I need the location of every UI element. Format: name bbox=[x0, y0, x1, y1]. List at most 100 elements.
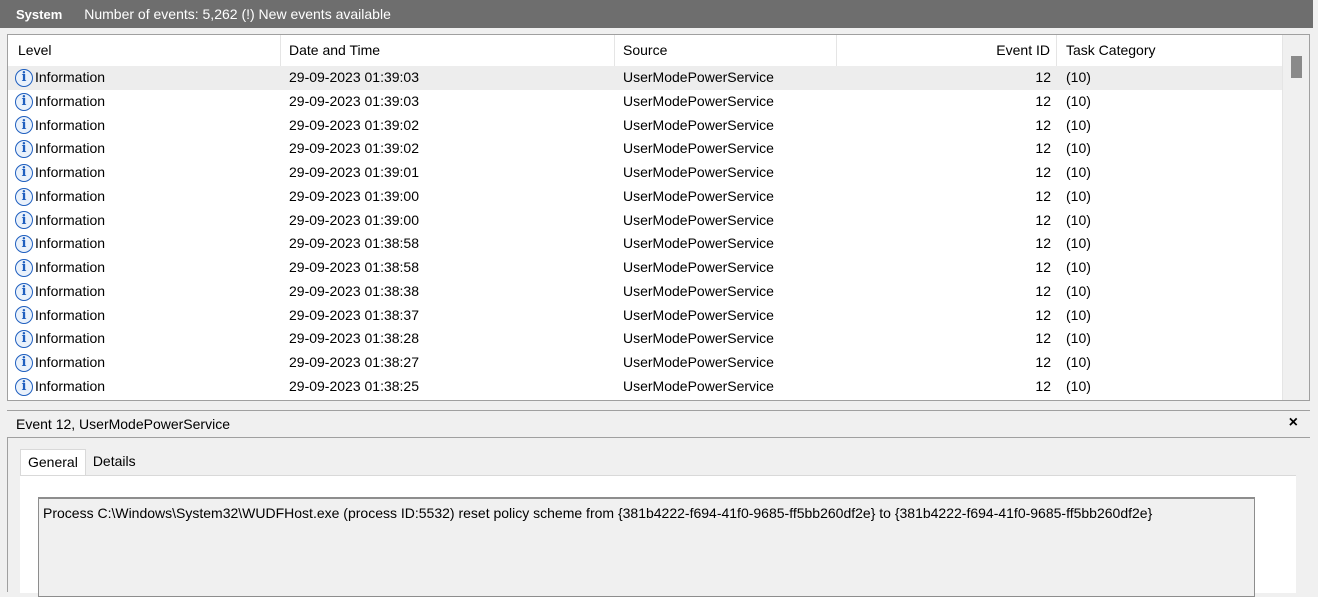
source-cell: UserModePowerService bbox=[623, 232, 774, 256]
info-icon: i bbox=[15, 235, 33, 254]
info-icon: i bbox=[15, 377, 33, 396]
source-cell: UserModePowerService bbox=[623, 327, 774, 351]
source-cell-text: UserModePowerService bbox=[623, 211, 774, 228]
level-cell: i Information bbox=[15, 209, 105, 233]
column-header-event-id[interactable]: Event ID bbox=[837, 35, 1057, 66]
event-list-header: Level Date and Time Source Event ID Task… bbox=[8, 35, 1284, 66]
level-cell: i Information bbox=[15, 137, 105, 161]
table-row[interactable]: i Information 29-09-2023 01:38:25 UserModeP… bbox=[8, 375, 1284, 399]
event-list[interactable]: Level Date and Time Source Event ID Task… bbox=[7, 34, 1310, 401]
datetime-cell: 29-09-2023 01:39:03 bbox=[289, 90, 419, 114]
datetime-cell: 29-09-2023 01:38:38 bbox=[289, 280, 419, 304]
event-id-cell: 12 bbox=[868, 327, 1051, 351]
datetime-cell-text: 29-09-2023 01:39:03 bbox=[289, 92, 419, 109]
table-row[interactable]: i Information 29-09-2023 01:38:37 UserModeP… bbox=[8, 304, 1284, 328]
event-id-cell: 12 bbox=[868, 304, 1051, 328]
task-category-cell-text: (10) bbox=[1066, 92, 1091, 109]
datetime-cell: 29-09-2023 01:39:02 bbox=[289, 137, 419, 161]
table-row[interactable]: i Information 29-09-2023 01:39:00 UserModeP… bbox=[8, 185, 1284, 209]
level-cell: i Information bbox=[15, 232, 105, 256]
event-detail-title: Event 12, UserModePowerService bbox=[16, 416, 230, 432]
source-cell: UserModePowerService bbox=[623, 114, 774, 138]
table-row[interactable]: i Information 29-09-2023 01:39:03 UserModeP… bbox=[8, 90, 1284, 114]
table-row[interactable]: i Information 29-09-2023 01:39:01 UserModeP… bbox=[8, 161, 1284, 185]
close-icon[interactable]: × bbox=[1289, 414, 1298, 432]
detail-pane-border bbox=[7, 438, 8, 592]
level-cell-text: Information bbox=[35, 211, 106, 228]
event-id-cell-text: 12 bbox=[1035, 164, 1051, 180]
event-id-cell-text: 12 bbox=[1035, 187, 1051, 204]
datetime-cell: 29-09-2023 01:39:00 bbox=[289, 209, 419, 233]
task-category-cell: (10) bbox=[1066, 304, 1091, 328]
column-header-source[interactable]: Source bbox=[615, 35, 837, 66]
task-category-cell: (10) bbox=[1066, 280, 1091, 304]
datetime-cell-text: 29-09-2023 01:38:58 bbox=[289, 259, 419, 275]
info-icon: i bbox=[15, 92, 33, 111]
table-row[interactable]: i Information 29-09-2023 01:39:02 UserModeP… bbox=[8, 137, 1284, 161]
level-cell: i Information bbox=[15, 327, 105, 351]
table-row[interactable]: i Information 29-09-2023 01:39:00 UserModeP… bbox=[8, 209, 1284, 233]
source-cell-text: UserModePowerService bbox=[623, 140, 774, 157]
event-id-cell-text: 12 bbox=[1035, 211, 1051, 228]
source-cell-text: UserModePowerService bbox=[623, 330, 774, 347]
source-cell: UserModePowerService bbox=[623, 256, 774, 280]
datetime-cell-text: 29-09-2023 01:38:25 bbox=[289, 377, 419, 394]
event-message-box[interactable]: Process C:\Windows\System32\WUDFHost.exe… bbox=[38, 497, 1255, 597]
datetime-cell-text: 29-09-2023 01:38:58 bbox=[289, 235, 419, 252]
level-cell-text: Information bbox=[35, 92, 106, 109]
tab-details[interactable]: Details bbox=[86, 449, 143, 475]
column-header-task-category[interactable]: Task Category bbox=[1057, 35, 1284, 66]
level-cell-text: Information bbox=[35, 306, 106, 323]
source-cell-text: UserModePowerService bbox=[623, 164, 774, 180]
tab-general[interactable]: General bbox=[20, 449, 86, 477]
column-header-level[interactable]: Level bbox=[8, 35, 281, 66]
table-row[interactable]: i Information 29-09-2023 01:38:58 UserModeP… bbox=[8, 232, 1284, 256]
table-row[interactable]: i Information 29-09-2023 01:39:03 UserModeP… bbox=[8, 66, 1284, 90]
info-icon: i bbox=[15, 353, 33, 372]
table-row[interactable]: i Information 29-09-2023 01:38:28 UserModeP… bbox=[8, 327, 1284, 351]
event-id-cell: 12 bbox=[868, 114, 1051, 138]
level-cell-text: Information bbox=[35, 140, 106, 157]
task-category-cell-text: (10) bbox=[1066, 235, 1091, 252]
event-id-cell: 12 bbox=[868, 209, 1051, 233]
task-category-cell: (10) bbox=[1066, 209, 1091, 233]
table-row[interactable]: i Information 29-09-2023 01:38:38 UserModeP… bbox=[8, 280, 1284, 304]
scrollbar-thumb[interactable] bbox=[1291, 56, 1302, 78]
datetime-cell: 29-09-2023 01:38:58 bbox=[289, 232, 419, 256]
datetime-cell: 29-09-2023 01:38:58 bbox=[289, 256, 419, 280]
task-category-cell-text: (10) bbox=[1066, 259, 1091, 275]
task-category-cell: (10) bbox=[1066, 90, 1091, 114]
event-id-cell: 12 bbox=[868, 90, 1051, 114]
datetime-cell-text: 29-09-2023 01:39:02 bbox=[289, 116, 419, 133]
task-category-cell: (10) bbox=[1066, 66, 1091, 90]
task-category-cell-text: (10) bbox=[1066, 330, 1091, 347]
event-id-cell: 12 bbox=[868, 280, 1051, 304]
datetime-cell: 29-09-2023 01:39:00 bbox=[289, 185, 419, 209]
task-category-cell-text: (10) bbox=[1066, 282, 1091, 299]
task-category-cell-text: (10) bbox=[1066, 116, 1091, 133]
event-id-cell-text: 12 bbox=[1035, 235, 1051, 252]
source-cell: UserModePowerService bbox=[623, 351, 774, 375]
task-category-cell-text: (10) bbox=[1066, 377, 1091, 394]
level-cell: i Information bbox=[15, 114, 105, 138]
event-id-cell-text: 12 bbox=[1035, 69, 1051, 85]
event-id-cell-text: 12 bbox=[1035, 116, 1051, 133]
task-category-cell: (10) bbox=[1066, 351, 1091, 375]
datetime-cell-text: 29-09-2023 01:39:00 bbox=[289, 187, 419, 204]
vertical-scrollbar[interactable] bbox=[1282, 35, 1309, 400]
source-cell: UserModePowerService bbox=[623, 375, 774, 399]
event-id-cell: 12 bbox=[868, 161, 1051, 185]
source-cell-text: UserModePowerService bbox=[623, 282, 774, 299]
datetime-cell-text: 29-09-2023 01:38:37 bbox=[289, 306, 419, 323]
info-icon: i bbox=[15, 116, 33, 135]
column-header-datetime[interactable]: Date and Time bbox=[281, 35, 615, 66]
level-cell-text: Information bbox=[35, 187, 106, 204]
level-cell: i Information bbox=[15, 256, 105, 280]
task-category-cell-text: (10) bbox=[1066, 354, 1091, 370]
source-cell: UserModePowerService bbox=[623, 209, 774, 233]
table-row[interactable]: i Information 29-09-2023 01:39:02 UserModeP… bbox=[8, 114, 1284, 138]
datetime-cell: 29-09-2023 01:38:25 bbox=[289, 375, 419, 399]
table-row[interactable]: i Information 29-09-2023 01:38:58 UserModeP… bbox=[8, 256, 1284, 280]
info-icon: i bbox=[15, 258, 33, 277]
table-row[interactable]: i Information 29-09-2023 01:38:27 UserModeP… bbox=[8, 351, 1284, 375]
